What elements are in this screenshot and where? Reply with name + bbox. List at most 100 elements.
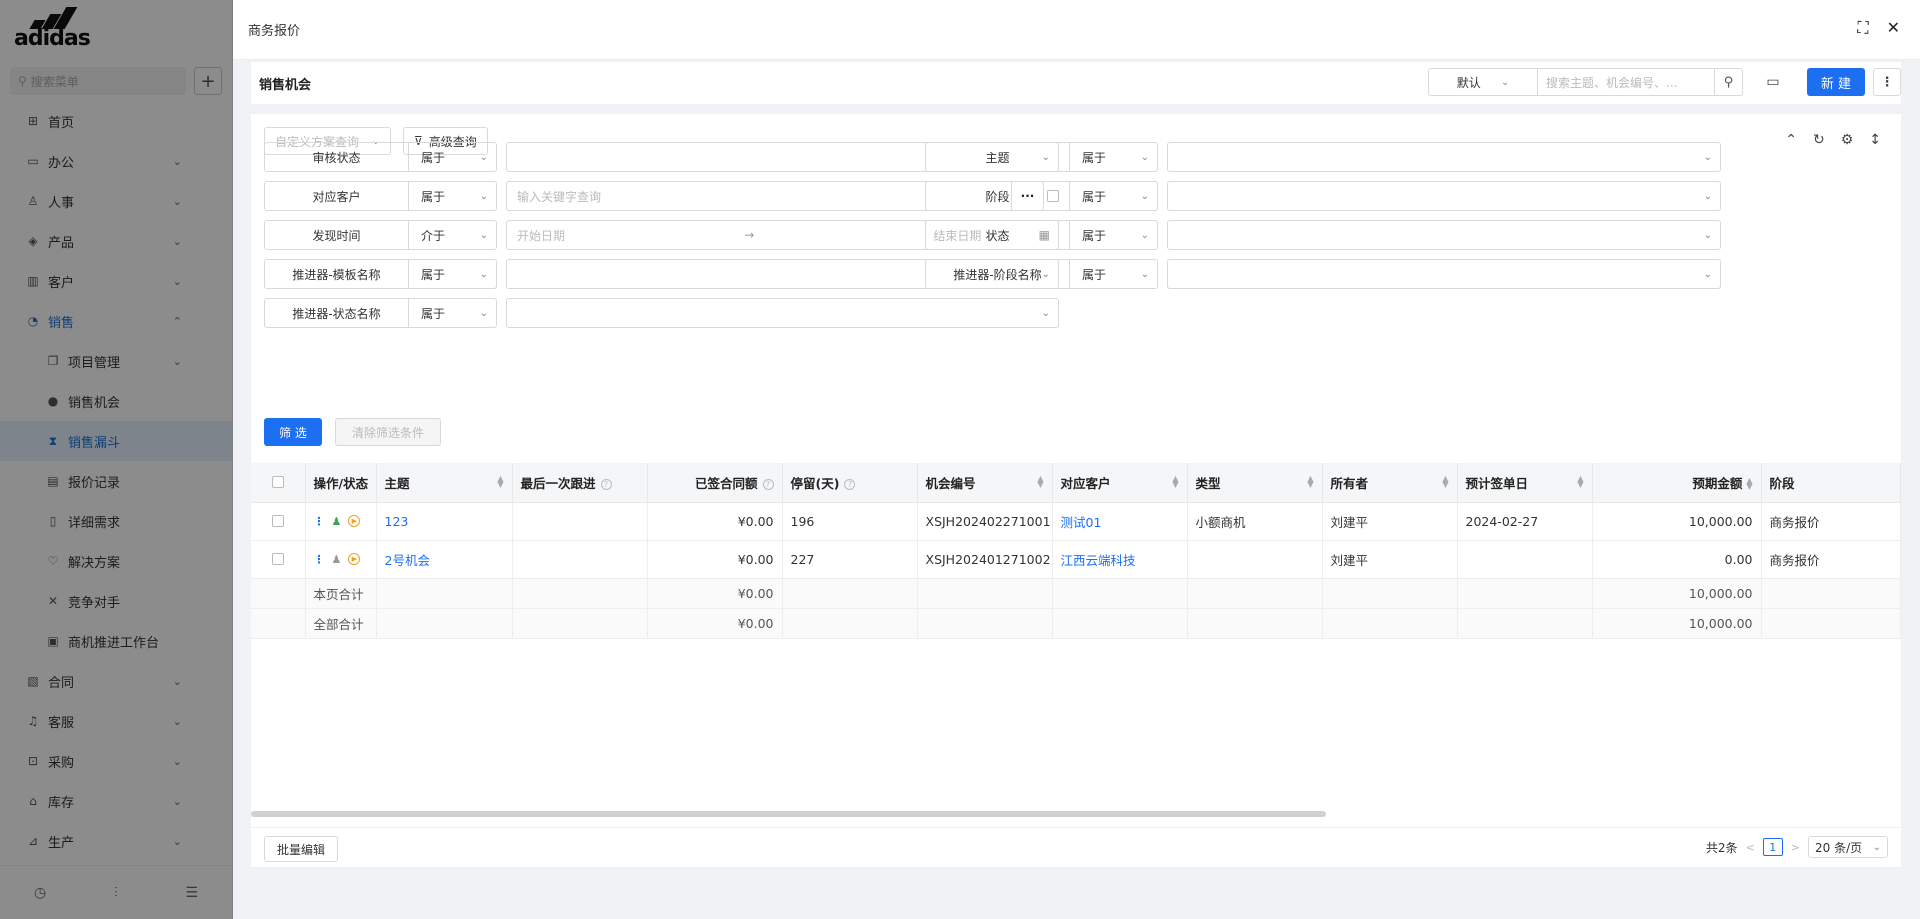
more-vertical-icon[interactable]: ⋮ (314, 553, 325, 566)
fullscreen-icon[interactable]: ⛶ (1857, 18, 1868, 38)
col-expected-date[interactable]: 预计签单日 ▲ ▼ (1457, 463, 1593, 503)
sort-icon[interactable]: ▲ ▼ (1577, 475, 1583, 489)
operator-select[interactable]: 属于 ⌄ (409, 142, 497, 172)
user-icon[interactable]: ♟ (332, 553, 342, 566)
chevron-down-icon: ⌄ (1872, 841, 1881, 853)
col-owner[interactable]: 所有者 ▲ ▼ (1322, 463, 1458, 503)
resize-icon[interactable]: ↕ (1869, 132, 1881, 148)
prev-page-icon[interactable]: < (1746, 841, 1755, 854)
stage-value[interactable]: ⌄ (1167, 181, 1721, 211)
total-count: 共2条 (1705, 840, 1738, 855)
more-vertical-icon[interactable]: ⋮ (314, 515, 325, 528)
chevron-down-icon: ⌄ (1140, 229, 1149, 241)
sort-icon[interactable]: ▲ ▼ (1172, 475, 1178, 489)
col-subject[interactable]: 主题 ▲ ▼ (376, 463, 513, 503)
settings-icon[interactable]: ⚙ (1841, 132, 1854, 148)
play-icon[interactable]: ▶ (348, 553, 361, 565)
sort-icon[interactable]: ▲ ▼ (1746, 477, 1752, 491)
chevron-down-icon: ⌄ (1140, 151, 1149, 163)
horizontal-scrollbar[interactable] (251, 811, 1326, 817)
operator-select[interactable]: 属于 ⌄ (1070, 259, 1158, 289)
chevron-down-icon: ⌄ (1500, 76, 1510, 88)
operator-select[interactable]: 属于 ⌄ (1070, 181, 1158, 211)
help-icon[interactable]: ? (762, 478, 774, 490)
help-icon[interactable]: ? (844, 478, 856, 490)
user-icon[interactable]: ♟ (332, 515, 342, 528)
filter-status: 状态 属于 ⌄ ⌄ (925, 220, 1721, 250)
search-button[interactable]: ⚲ (1715, 68, 1743, 96)
start-date-input[interactable]: 开始日期 (517, 227, 687, 244)
new-button[interactable]: 新 建 (1807, 68, 1865, 96)
chevron-down-icon: ⌄ (479, 268, 488, 280)
promoter-status-value[interactable]: ⌄ (506, 298, 1059, 328)
more-button[interactable]: ⋮ (1873, 68, 1901, 96)
col-last-follow: 最后一次跟进? (512, 463, 648, 503)
operator-select[interactable]: 属于 ⌄ (409, 181, 497, 211)
select-all-checkbox[interactable] (271, 476, 284, 489)
refresh-icon[interactable]: ↻ (1813, 132, 1825, 148)
layout-toggle-icon[interactable]: ▭ (1753, 74, 1793, 90)
sort-icon[interactable]: ▲ ▼ (1307, 475, 1313, 489)
chevron-down-icon: ⌄ (479, 307, 488, 319)
clear-filter-button[interactable]: 清除筛选条件 (335, 418, 441, 446)
help-icon[interactable]: ? (600, 478, 612, 490)
chevron-down-icon: ⌄ (1140, 268, 1149, 280)
filter-button[interactable]: 筛 选 (264, 418, 322, 446)
table-row[interactable]: ⋮ ♟ ▶ 123 ¥0.00 196 XSJH202402271001 测试01 … (251, 502, 1901, 541)
col-type[interactable]: 类型 ▲ ▼ (1187, 463, 1323, 503)
col-expected-amount[interactable]: 预期金额 ▲ ▼ (1592, 463, 1762, 503)
chevron-down-icon: ⌄ (1703, 268, 1712, 280)
play-icon[interactable]: ▶ (348, 515, 361, 527)
subject-link[interactable]: 123 (385, 514, 409, 529)
page-total-row: 本页合计 ¥0.00 10,000.00 (251, 578, 1901, 609)
operator-select[interactable]: 属于 ⌄ (1070, 142, 1158, 172)
customer-link[interactable]: 测试01 (1061, 515, 1102, 530)
arrow-right-icon: → (744, 228, 755, 242)
chevron-down-icon: ⌄ (479, 229, 488, 241)
collapse-up-icon[interactable]: ⌃ (1785, 132, 1797, 148)
table-header-row: 操作/状态 主题 ▲ ▼ 最后一次跟进? 已签合同额? 停留(天)? 机会编号 ▲ ▼ … (251, 463, 1901, 503)
subject-value[interactable]: ⌄ (1167, 142, 1721, 172)
subject-link[interactable]: 2号机会 (385, 553, 430, 568)
col-stage: 阶段 (1761, 463, 1901, 503)
filter-subject: 主题 属于 ⌄ ⌄ (925, 142, 1721, 172)
customer-link[interactable]: 江西云端科技 (1061, 553, 1136, 568)
chevron-down-icon: ⌄ (1041, 307, 1050, 319)
drawer-title: 商务报价 (248, 24, 301, 39)
operator-select[interactable]: 属于 ⌄ (409, 259, 497, 289)
close-icon[interactable]: ✕ (1887, 18, 1900, 38)
operator-select[interactable]: 属于 ⌄ (1070, 220, 1158, 250)
promoter-stage-value[interactable]: ⌄ (1167, 259, 1721, 289)
chevron-down-icon: ⌄ (1703, 190, 1712, 202)
sort-icon[interactable]: ▲ ▼ (1442, 475, 1448, 489)
chevron-down-icon: ⌄ (479, 190, 488, 202)
chevron-down-icon: ⌄ (1703, 229, 1712, 241)
status-value[interactable]: ⌄ (1167, 220, 1721, 250)
col-opp-no[interactable]: 机会编号 ▲ ▼ (917, 463, 1053, 503)
filter-stage: 阶段 属于 ⌄ ⌄ (925, 181, 1721, 211)
pagination: 共2条 < 1 > 20 条/页 ⌄ (1706, 836, 1888, 858)
next-page-icon[interactable]: > (1791, 841, 1800, 854)
col-customer[interactable]: 对应客户 ▲ ▼ (1052, 463, 1188, 503)
drawer-header: 商务报价 ⛶ ✕ (233, 0, 1920, 60)
page-size-select[interactable]: 20 条/页 ⌄ (1808, 836, 1888, 858)
operator-select[interactable]: 属于 ⌄ (409, 298, 497, 328)
search-input[interactable]: 搜索主题、机会编号、... (1538, 68, 1715, 96)
row-checkbox[interactable] (271, 515, 284, 527)
all-total-row: 全部合计 ¥0.00 10,000.00 (251, 608, 1901, 639)
operator-select[interactable]: 介于 ⌄ (409, 220, 497, 250)
table-footer: 批量编辑 共2条 < 1 > 20 条/页 ⌄ (251, 827, 1901, 867)
sort-icon[interactable]: ▲ ▼ (1037, 475, 1043, 489)
col-signed-amount: 已签合同额? (647, 463, 783, 503)
table-row[interactable]: ⋮ ♟ ▶ 2号机会 ¥0.00 227 XSJH202401271002 江西云端… (251, 540, 1901, 579)
chevron-down-icon: ⌄ (479, 151, 488, 163)
view-select[interactable]: 默认 ⌄ (1428, 68, 1538, 96)
row-checkbox[interactable] (271, 553, 284, 565)
page-number[interactable]: 1 (1762, 838, 1783, 856)
detail-drawer: 商务报价 ⛶ ✕ 销售机会 默认 ⌄ 搜索主题、机会编号、... ⚲ ▭ 新 建 … (233, 0, 1920, 919)
opportunity-table: 操作/状态 主题 ▲ ▼ 最后一次跟进? 已签合同额? 停留(天)? 机会编号 ▲ ▼ … (251, 463, 1901, 639)
sort-icon[interactable]: ▲ ▼ (497, 475, 503, 489)
batch-edit-button[interactable]: 批量编辑 (264, 836, 339, 862)
page-title: 销售机会 (259, 77, 312, 93)
filter-promoter-status: 推进器-状态名称 属于 ⌄ ⌄ (264, 298, 1059, 328)
